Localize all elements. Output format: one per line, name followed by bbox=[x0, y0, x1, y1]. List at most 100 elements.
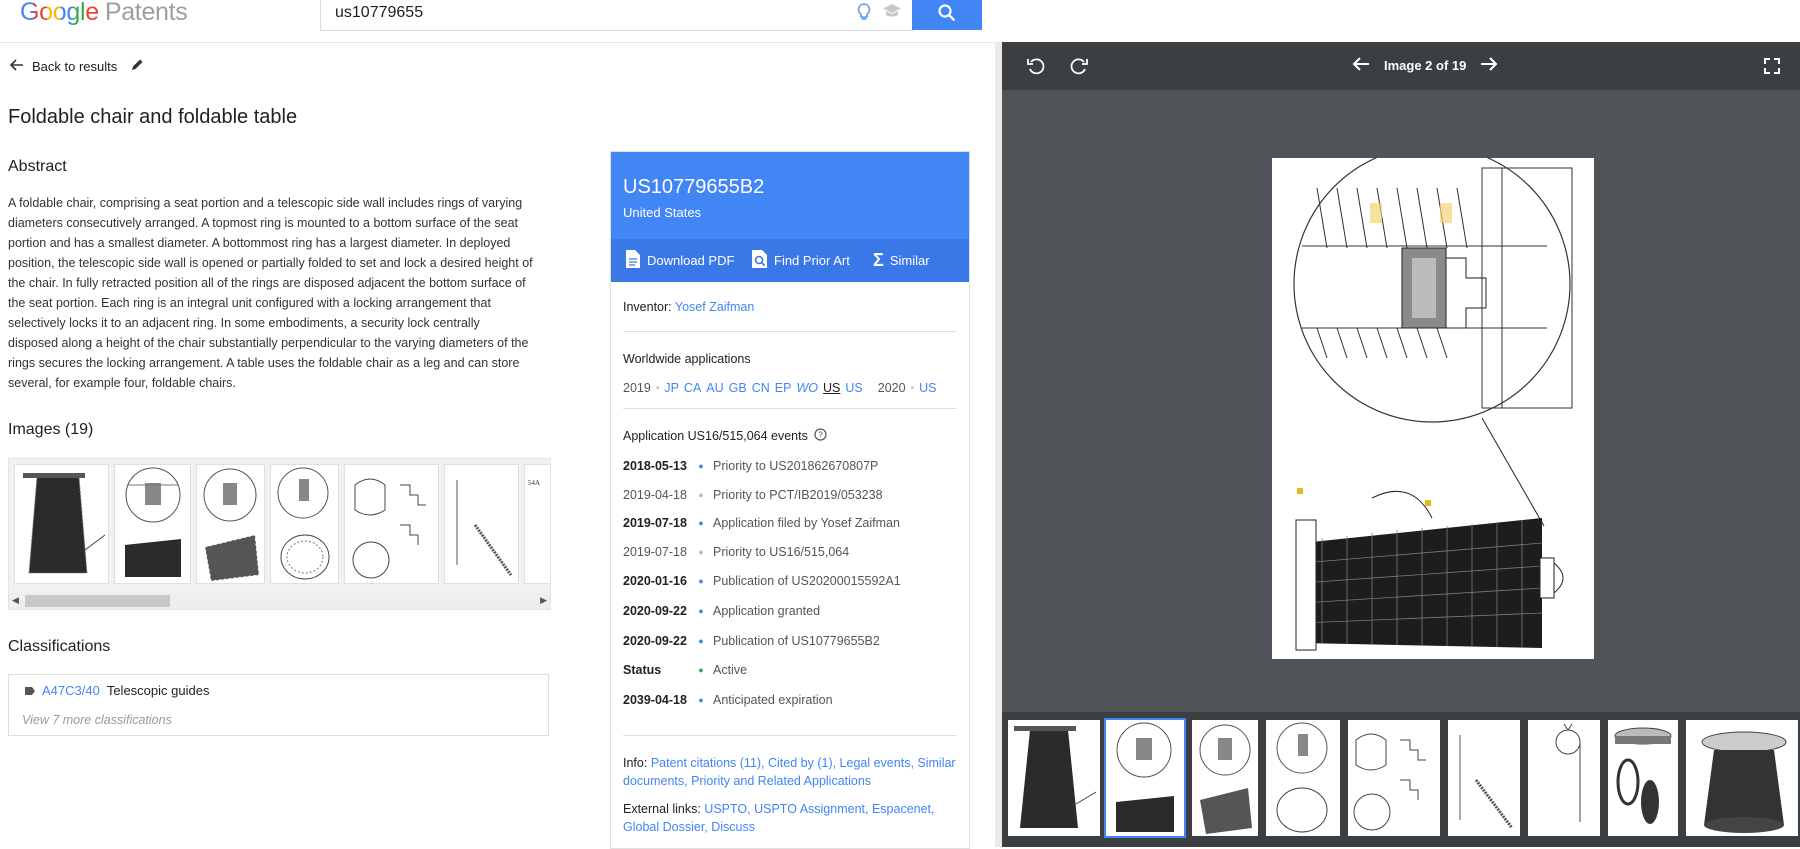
image-thumbnail[interactable] bbox=[270, 464, 339, 584]
worldwide-year: 2019 bbox=[623, 381, 651, 395]
google-patents-logo[interactable]: Google Patents bbox=[20, 0, 188, 27]
viewer-thumbnail[interactable] bbox=[1528, 720, 1600, 836]
event-text: Active bbox=[713, 663, 748, 677]
country-link-us-2020[interactable]: US bbox=[919, 381, 936, 395]
search-icon bbox=[937, 3, 957, 28]
page-title: Foldable chair and foldable table bbox=[8, 106, 298, 128]
image-thumbnail[interactable] bbox=[196, 464, 265, 584]
image-thumbnail[interactable] bbox=[14, 464, 109, 584]
event-row: 2039-04-18 ● Anticipated expiration bbox=[623, 693, 833, 707]
similar-label: Similar bbox=[889, 253, 930, 268]
event-bullet: ● bbox=[698, 461, 704, 471]
rotate-left-icon[interactable] bbox=[1026, 56, 1046, 81]
panel-divider[interactable] bbox=[995, 42, 1002, 847]
images-heading: Images (19) bbox=[8, 421, 94, 438]
event-bullet: ● bbox=[698, 490, 704, 500]
country-link-ep[interactable]: EP bbox=[775, 381, 792, 395]
rotate-right-icon[interactable] bbox=[1069, 56, 1089, 81]
event-row: 2020-09-22 ● Publication of US10779655B2 bbox=[623, 634, 880, 648]
viewer-thumbnail[interactable] bbox=[1266, 720, 1340, 836]
image-counter: Image 2 of 19 bbox=[1384, 58, 1467, 73]
event-row: 2019-07-18 ● Priority to US16/515,064 bbox=[623, 545, 849, 559]
divider bbox=[623, 408, 957, 409]
fullscreen-icon[interactable] bbox=[1764, 58, 1780, 79]
logo-patents: Patents bbox=[104, 0, 188, 26]
search-button[interactable] bbox=[912, 0, 982, 30]
inventor-link[interactable]: Yosef Zaifman bbox=[675, 300, 754, 314]
info-links: Info: Patent citations (11), Cited by (1… bbox=[623, 754, 958, 790]
event-bullet: ● bbox=[698, 547, 704, 557]
event-text: Priority to PCT/IB2019/053238 bbox=[713, 488, 883, 502]
country-link-wo[interactable]: WO bbox=[796, 381, 818, 395]
pencil-icon[interactable] bbox=[130, 58, 144, 77]
country-current-us: US bbox=[823, 381, 841, 395]
country-link-gb[interactable]: GB bbox=[729, 381, 747, 395]
patent-drawing-page[interactable] bbox=[1272, 158, 1594, 659]
next-image-icon[interactable] bbox=[1480, 56, 1498, 75]
country-link-ca[interactable]: CA bbox=[684, 381, 701, 395]
country-link-cn[interactable]: CN bbox=[752, 381, 770, 395]
event-row: 2019-07-18 ● Application filed by Yosef Za… bbox=[623, 516, 900, 530]
classifications-heading: Classifications bbox=[8, 638, 111, 655]
country-link-jp[interactable]: JP bbox=[664, 381, 679, 395]
classification-code-link[interactable]: A47C3/40 bbox=[42, 683, 100, 698]
classification-row: A47C3/40 Telescopic guides bbox=[25, 683, 209, 698]
event-date: 2020-09-22 bbox=[623, 604, 687, 618]
country-link-au[interactable]: AU bbox=[706, 381, 723, 395]
view-more-classifications-link[interactable]: View 7 more classifications bbox=[22, 713, 172, 727]
image-thumbnail[interactable] bbox=[444, 464, 519, 584]
image-thumbnail[interactable]: 54A bbox=[524, 464, 550, 584]
viewer-toolbar: Image 2 of 19 bbox=[1002, 42, 1800, 90]
event-row: 2018-05-13 ● Priority to US201862670807P bbox=[623, 459, 878, 473]
viewer-thumbnail-strip[interactable] bbox=[1002, 712, 1800, 847]
event-text: Application filed by Yosef Zaifman bbox=[713, 516, 900, 530]
lightbulb-icon[interactable] bbox=[857, 3, 871, 26]
info-label: Info: bbox=[623, 756, 648, 770]
event-bullet: ● bbox=[698, 636, 704, 646]
viewer-thumbnail[interactable] bbox=[1192, 720, 1258, 836]
external-links: External links: USPTO, USPTO Assignment,… bbox=[623, 800, 958, 836]
status-active-icon: ● bbox=[698, 665, 704, 675]
back-to-results-link[interactable]: Back to results bbox=[9, 59, 117, 74]
event-date: 2019-07-18 bbox=[623, 545, 687, 559]
card-toolbar: Download PDF Find Prior Art Σ Similar bbox=[611, 239, 969, 282]
scroll-right-icon[interactable]: ▶ bbox=[540, 595, 547, 606]
thumbnail-scrollbar[interactable]: ◀ ▶ bbox=[9, 593, 550, 609]
viewer-thumbnail[interactable] bbox=[1608, 720, 1678, 836]
graduation-cap-icon[interactable] bbox=[882, 3, 902, 24]
viewer-thumbnail[interactable] bbox=[1348, 720, 1440, 836]
arrow-left-icon bbox=[9, 59, 24, 74]
image-thumbnail-strip[interactable]: 54A ◀ ▶ bbox=[8, 458, 551, 610]
find-prior-art-button[interactable]: Find Prior Art bbox=[751, 239, 850, 282]
help-icon[interactable]: ? bbox=[814, 428, 827, 444]
country-link-us[interactable]: US bbox=[845, 381, 862, 395]
viewer-thumbnail[interactable] bbox=[1686, 720, 1798, 836]
event-date: Status bbox=[623, 663, 662, 677]
image-thumbnail[interactable] bbox=[114, 464, 191, 584]
divider bbox=[623, 735, 957, 736]
viewer-thumbnail[interactable] bbox=[1448, 720, 1520, 836]
event-date: 2020-01-16 bbox=[623, 574, 687, 588]
viewer-thumbnail[interactable] bbox=[1008, 720, 1100, 836]
divider bbox=[623, 331, 957, 332]
image-viewer: Image 2 of 19 bbox=[1002, 42, 1800, 847]
external-links-label: External links: bbox=[623, 802, 701, 816]
event-row: 2020-01-16 ● Publication of US20200015592A… bbox=[623, 574, 901, 588]
viewer-thumbnail-selected[interactable] bbox=[1104, 718, 1186, 838]
card-header: US10779655B2 United States bbox=[611, 152, 969, 239]
worldwide-applications-heading: Worldwide applications bbox=[623, 352, 751, 366]
find-prior-art-label: Find Prior Art bbox=[774, 253, 850, 268]
separator-dot: • bbox=[655, 382, 660, 394]
download-pdf-label: Download PDF bbox=[647, 253, 735, 268]
previous-image-icon[interactable] bbox=[1352, 56, 1370, 75]
scroll-left-icon[interactable]: ◀ bbox=[12, 595, 19, 606]
search-input[interactable] bbox=[333, 3, 837, 23]
patent-country: United States bbox=[623, 205, 702, 220]
info-links-text[interactable]: Patent citations (11), Cited by (1), Leg… bbox=[623, 756, 956, 788]
event-text: Publication of US10779655B2 bbox=[713, 634, 880, 648]
image-thumbnail[interactable] bbox=[344, 464, 439, 584]
similar-button[interactable]: Σ Similar bbox=[873, 239, 930, 282]
scrollbar-thumb[interactable] bbox=[25, 595, 170, 607]
download-pdf-button[interactable]: Download PDF bbox=[625, 239, 734, 282]
patent-summary-card: US10779655B2 United States Download PDF … bbox=[610, 151, 970, 849]
